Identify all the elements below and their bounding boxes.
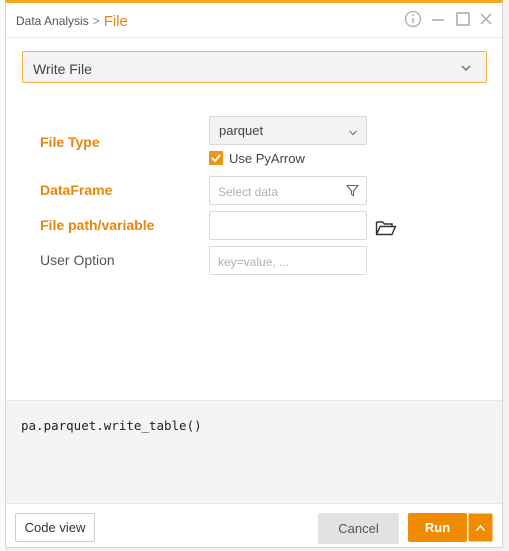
check-icon	[211, 154, 221, 163]
title-bar: Data Analysis > File	[6, 3, 502, 38]
dataframe-placeholder: Select data	[218, 185, 279, 199]
file-path-label: File path/variable	[40, 217, 155, 233]
close-icon[interactable]	[477, 10, 495, 28]
file-type-value: parquet	[219, 123, 264, 138]
maximize-icon[interactable]	[454, 10, 472, 28]
file-type-label: File Type	[40, 134, 100, 150]
run-options-button[interactable]	[468, 513, 493, 542]
code-preview: pa.parquet.write_table()	[21, 418, 202, 433]
folder-open-icon[interactable]	[375, 219, 397, 242]
run-button[interactable]: Run	[408, 513, 467, 542]
filter-icon[interactable]	[345, 184, 360, 202]
cancel-button[interactable]: Cancel	[318, 513, 399, 544]
user-option-input[interactable]: key=value, ...	[209, 246, 367, 275]
minimize-icon[interactable]	[429, 10, 447, 28]
breadcrumb-parent: Data Analysis	[16, 14, 89, 28]
file-type-select[interactable]: parquet	[209, 116, 367, 145]
dataframe-label: DataFrame	[40, 182, 113, 198]
dataframe-select[interactable]: Select data	[209, 176, 367, 205]
breadcrumb: Data Analysis > File	[16, 12, 128, 30]
info-icon[interactable]	[404, 10, 422, 28]
file-dialog: Data Analysis > File Write File File Type …	[5, 0, 503, 548]
function-select-value: Write File	[33, 61, 92, 77]
function-select[interactable]: Write File	[22, 51, 487, 83]
chevron-up-icon	[475, 524, 486, 532]
user-option-label: User Option	[40, 252, 115, 268]
user-option-placeholder: key=value, ...	[218, 255, 290, 269]
breadcrumb-separator: >	[92, 14, 100, 28]
use-pyarrow-label: Use PyArrow	[229, 151, 305, 166]
file-path-input[interactable]	[209, 211, 367, 240]
code-preview-panel: pa.parquet.write_table()	[6, 400, 502, 504]
code-view-button[interactable]: Code view	[15, 513, 95, 542]
breadcrumb-current: File	[103, 13, 128, 30]
dialog-footer: Code view Cancel Run	[6, 503, 502, 549]
chevron-down-icon	[348, 125, 358, 143]
use-pyarrow-checkbox[interactable]	[209, 151, 223, 165]
chevron-down-icon	[460, 61, 472, 79]
